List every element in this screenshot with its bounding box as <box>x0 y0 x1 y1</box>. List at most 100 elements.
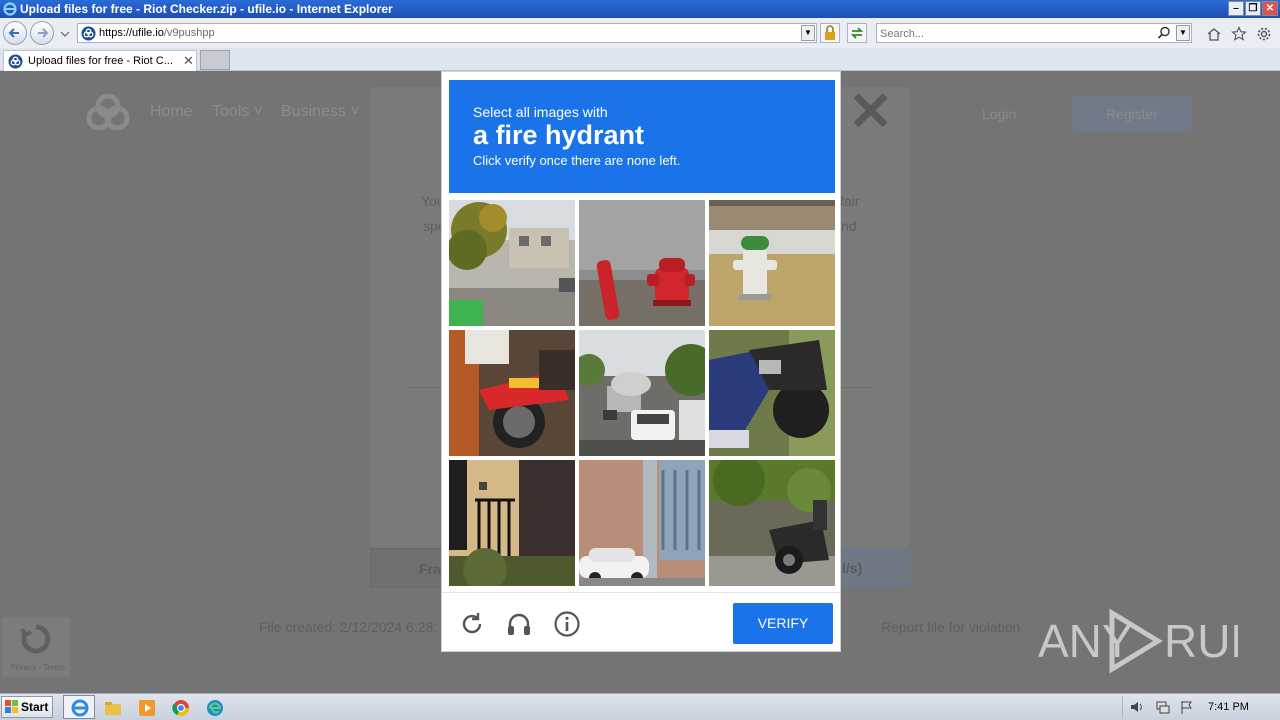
start-button[interactable]: Start <box>1 696 53 718</box>
captcha-tile-2[interactable] <box>579 200 705 326</box>
captcha-tile-5[interactable] <box>579 330 705 456</box>
new-tab-button[interactable] <box>200 50 230 70</box>
recaptcha-badge-text: Privacy - Terms <box>10 663 65 672</box>
home-icon[interactable] <box>1206 26 1222 42</box>
captcha-tile-7[interactable] <box>449 460 575 586</box>
anyrun-text-right: RUN <box>1164 615 1238 667</box>
back-arrow-icon <box>8 28 19 38</box>
action-center-flag-icon[interactable] <box>1179 699 1195 715</box>
modal-text-right-2: nd <box>841 218 857 234</box>
taskbar-internet-explorer[interactable] <box>63 695 95 719</box>
forward-button[interactable] <box>30 21 54 45</box>
green-white-fire-hydrant-image <box>709 200 835 326</box>
refresh-arrows-icon <box>850 27 864 39</box>
url-path: /v9pushpp <box>163 27 215 39</box>
captcha-tile-3[interactable] <box>709 200 835 326</box>
captcha-tile-9[interactable] <box>709 460 835 586</box>
minimize-button[interactable]: – <box>1228 1 1244 16</box>
start-label: Start <box>21 700 49 714</box>
nav-business-link[interactable]: Business ˅ <box>281 103 360 121</box>
scooter-rider-image <box>709 330 835 456</box>
cement-truck-street-image <box>579 330 705 456</box>
security-lock-button[interactable] <box>820 23 840 43</box>
prompt-line-3: Click verify once there are none left. <box>473 153 681 168</box>
back-button[interactable] <box>3 21 27 45</box>
taskbar: Start 7:41 PM <box>0 693 1280 720</box>
search-box[interactable]: ▼ <box>876 23 1192 43</box>
premium-download-button[interactable]: l/s) <box>838 548 910 588</box>
media-player-icon[interactable] <box>137 698 157 718</box>
verify-button[interactable]: VERIFY <box>733 603 833 644</box>
tab-bar: Upload files for free - Riot C... ✕ <box>0 48 1280 71</box>
captcha-tile-4[interactable] <box>449 330 575 456</box>
parked-scooter-image <box>709 460 835 586</box>
nav-tools-link[interactable]: Tools ˅ <box>212 103 263 121</box>
refresh-challenge-icon[interactable] <box>458 610 486 638</box>
address-bar[interactable]: https://ufile.io/v9pushpp ▼ <box>77 23 817 43</box>
captcha-tile-1[interactable] <box>449 200 575 326</box>
volume-icon[interactable] <box>1129 699 1145 715</box>
anyrun-watermark-logo: ANY RUN <box>1038 608 1238 674</box>
network-icon[interactable] <box>1155 699 1171 715</box>
compatibility-refresh-button[interactable] <box>847 23 867 43</box>
captcha-challenge: Select all images with a fire hydrant Cl… <box>441 71 841 652</box>
report-file-link[interactable]: Report file for violation <box>881 619 1020 635</box>
ufile-logo-icon[interactable] <box>84 93 132 133</box>
register-button[interactable]: Register <box>1072 96 1192 132</box>
prompt-target: a fire hydrant <box>473 120 645 150</box>
audio-challenge-headphones-icon[interactable] <box>505 610 533 638</box>
red-fire-hydrant-image <box>579 200 705 326</box>
prompt-line-1: Select all images with <box>473 104 608 120</box>
recaptcha-icon <box>20 624 51 654</box>
restore-button[interactable]: ❐ <box>1245 1 1261 16</box>
red-motorcycle-image <box>449 330 575 456</box>
ufile-site-icon <box>81 26 96 41</box>
forward-arrow-icon <box>38 28 49 38</box>
chrome-icon[interactable] <box>171 698 191 718</box>
edge-icon[interactable] <box>205 698 225 718</box>
nav-tools-label: Tools <box>212 103 250 120</box>
tab-ufile[interactable]: Upload files for free - Riot C... ✕ <box>3 50 197 71</box>
ufile-tab-icon <box>8 54 23 69</box>
anyrun-text-left: ANY <box>1038 615 1133 667</box>
close-window-button[interactable]: ✕ <box>1262 1 1278 16</box>
premium-download-label: l/s) <box>842 560 863 576</box>
street-with-trees-image <box>449 200 575 326</box>
url-host: https://ufile.io <box>99 27 164 39</box>
tab-close-icon[interactable]: ✕ <box>183 53 194 69</box>
address-dropdown-button[interactable]: ▼ <box>801 25 815 41</box>
captcha-tile-8[interactable] <box>579 460 705 586</box>
building-pole-car-image <box>579 460 705 586</box>
address-url[interactable]: https://ufile.io/v9pushpp <box>99 27 215 39</box>
free-download-button[interactable]: Fra <box>370 548 442 588</box>
windows-flag-icon <box>5 700 18 713</box>
free-download-label: Fra <box>419 561 441 577</box>
recaptcha-badge[interactable]: Privacy - Terms <box>2 617 70 677</box>
search-input[interactable] <box>880 26 1150 41</box>
lock-icon <box>825 25 835 40</box>
modal-close-icon[interactable]: ✕ <box>848 85 893 139</box>
search-icon[interactable] <box>1157 26 1171 40</box>
login-link[interactable]: Login <box>982 106 1016 122</box>
info-icon[interactable] <box>553 610 581 638</box>
settings-gear-icon[interactable] <box>1256 26 1272 42</box>
history-dropdown-icon[interactable] <box>60 30 70 38</box>
search-dropdown-button[interactable]: ▼ <box>1176 25 1190 41</box>
building-stairs-railing-image <box>449 460 575 586</box>
favorites-star-icon[interactable] <box>1231 26 1247 42</box>
nav-home-link[interactable]: Home <box>150 103 193 121</box>
taskbar-clock[interactable]: 7:41 PM <box>1208 701 1249 713</box>
navigation-bar: https://ufile.io/v9pushpp ▼ ▼ <box>0 18 1280 48</box>
internet-explorer-taskbar-icon <box>71 699 89 717</box>
window-title-bar: Upload files for free - Riot Checker.zip… <box>0 0 1280 18</box>
file-created-text: File created: 2/12/2024 6:28: <box>259 619 438 635</box>
captcha-footer: VERIFY <box>442 592 840 652</box>
nav-business-label: Business <box>281 103 346 120</box>
challenge-prompt: Select all images with a fire hydrant Cl… <box>449 80 835 193</box>
internet-explorer-icon <box>3 2 17 16</box>
system-tray <box>1122 696 1279 718</box>
file-explorer-icon[interactable] <box>103 698 123 718</box>
tab-label: Upload files for free - Riot C... <box>28 55 173 67</box>
captcha-tile-6[interactable] <box>709 330 835 456</box>
window-title: Upload files for free - Riot Checker.zip… <box>20 2 393 16</box>
